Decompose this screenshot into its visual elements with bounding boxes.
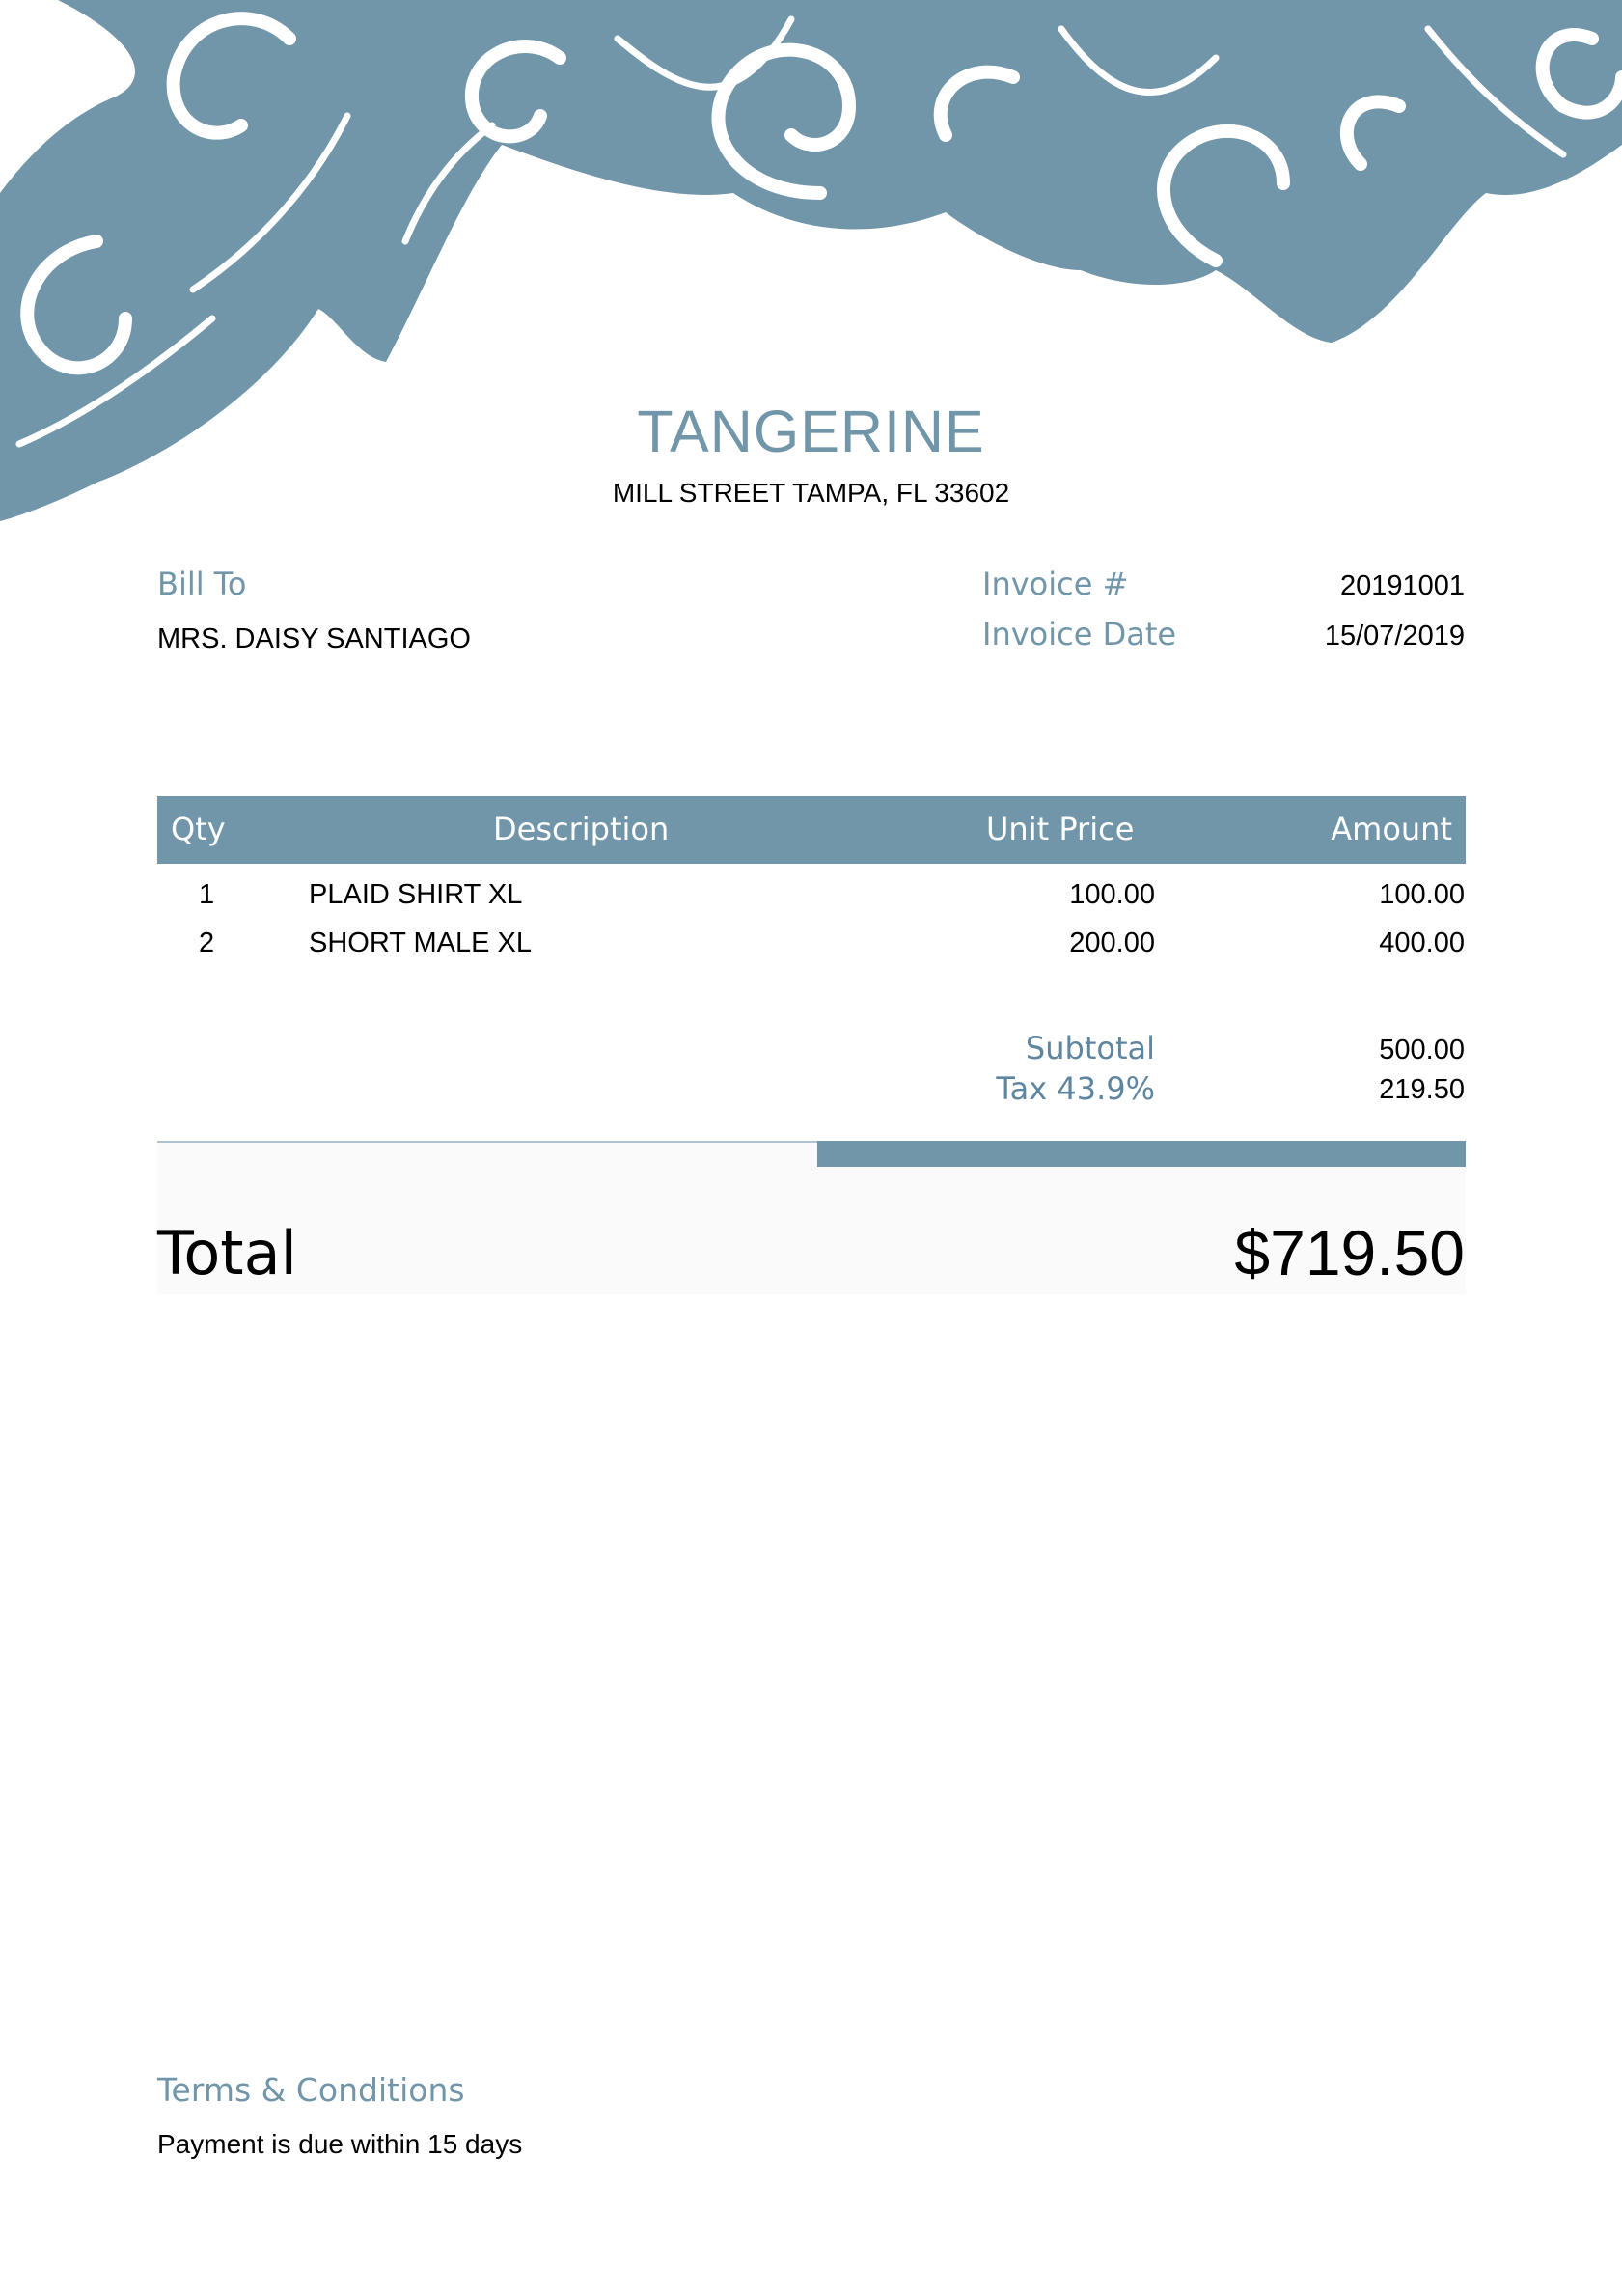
total-accent-bar [817,1141,1466,1167]
total-value: $719.50 [1234,1217,1465,1288]
tax-value: 219.50 [1379,1074,1465,1105]
header-amount: Amount [1331,811,1452,847]
invoice-date-label: Invoice Date [982,616,1177,652]
row-unit-price: 100.00 [1069,879,1155,910]
row-description: SHORT MALE XL [309,927,533,958]
company-name: TANGERINE [637,399,985,464]
table-header: Qty Description Unit Price Amount [157,796,1466,864]
header-qty: Qty [171,811,226,847]
bill-to-name: MRS. DAISY SANTIAGO [157,623,471,654]
row-description: PLAID SHIRT XL [309,879,523,910]
terms-text: Payment is due within 15 days [157,2129,523,2159]
row-unit-price: 200.00 [1069,927,1155,958]
row-qty: 2 [199,927,215,958]
subtotal-value: 500.00 [1379,1035,1465,1065]
subtotal-label: Subtotal [1025,1030,1155,1066]
total-label: Total [157,1218,297,1288]
tax-label: Tax 43.9% [996,1070,1155,1107]
bill-to-label: Bill To [157,566,247,602]
row-qty: 1 [199,879,215,910]
invoice-number-label: Invoice # [982,566,1129,602]
row-amount: 400.00 [1379,927,1465,958]
terms-label: Terms & Conditions [157,2071,465,2109]
company-address: MILL STREET TAMPA, FL 33602 [612,478,1010,508]
header-description: Description [493,811,670,847]
invoice-number: 20191001 [1339,570,1465,601]
header-unit-price: Unit Price [986,811,1135,847]
divider [157,1141,817,1143]
invoice-date: 15/07/2019 [1324,621,1465,651]
row-amount: 100.00 [1379,879,1465,910]
